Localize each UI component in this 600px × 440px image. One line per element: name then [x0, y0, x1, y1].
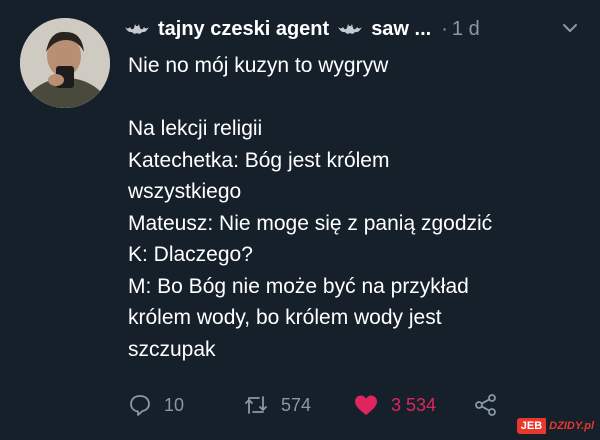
avatar-image: [20, 18, 110, 108]
timestamp[interactable]: 1 d: [452, 18, 480, 41]
tweet-text-line: M: Bo Bóg nie może być na przykład: [128, 274, 469, 298]
reply-bubble-icon: [130, 395, 150, 416]
tweet-text: Nie no mój kuzyn to wygryw Na lekcji rel…: [128, 50, 578, 365]
retweet-button[interactable]: 574: [243, 393, 353, 417]
tweet-text-line: [128, 82, 578, 114]
watermark-part-a: JEB: [516, 418, 547, 434]
tweet-actions: 10 574 3 534: [128, 388, 511, 422]
watermark-part-b: DZIDY.pl: [549, 420, 594, 432]
retweet-count: 574: [281, 394, 312, 415]
separator-dot: ·: [441, 17, 448, 40]
heart-icon: [355, 395, 377, 415]
bat-icon: [338, 24, 363, 34]
bat-icon: [125, 24, 149, 34]
handle[interactable]: saw ...: [371, 18, 431, 41]
chevron-down-icon[interactable]: [562, 22, 578, 34]
like-count: 3 534: [391, 394, 437, 415]
tweet-text-line: królem wody, bo królem wody jest: [128, 306, 442, 329]
tweet-text-line: Katechetka: Bóg jest królem: [128, 148, 390, 172]
tweet-text-line: Nie no mój kuzyn to wygryw: [128, 54, 389, 77]
tweet-text-line: K: Dlaczego?: [128, 243, 253, 266]
display-name[interactable]: tajny czeski agent: [158, 18, 329, 41]
tweet-text-line: Mateusz: Nie moge się z panią zgodzić: [128, 211, 493, 235]
tweet-text-line: wszystkiego: [128, 180, 242, 203]
share-button[interactable]: [473, 393, 511, 417]
retweet-icon: [245, 396, 267, 414]
tweet-card: tajny czeski agent saw ... · 1 d Nie no …: [0, 0, 600, 440]
tweet-header: tajny czeski agent saw ... · 1 d: [124, 14, 584, 44]
reply-count: 10: [164, 394, 185, 415]
tweet-text-line: Na lekcji religii: [128, 117, 263, 140]
avatar[interactable]: [20, 18, 110, 108]
share-icon: [475, 394, 496, 416]
like-button[interactable]: 3 534: [353, 393, 473, 417]
reply-button[interactable]: 10: [128, 393, 233, 417]
tweet-text-line: szczupak: [128, 337, 216, 361]
watermark: JEB DZIDY.pl: [516, 418, 594, 434]
